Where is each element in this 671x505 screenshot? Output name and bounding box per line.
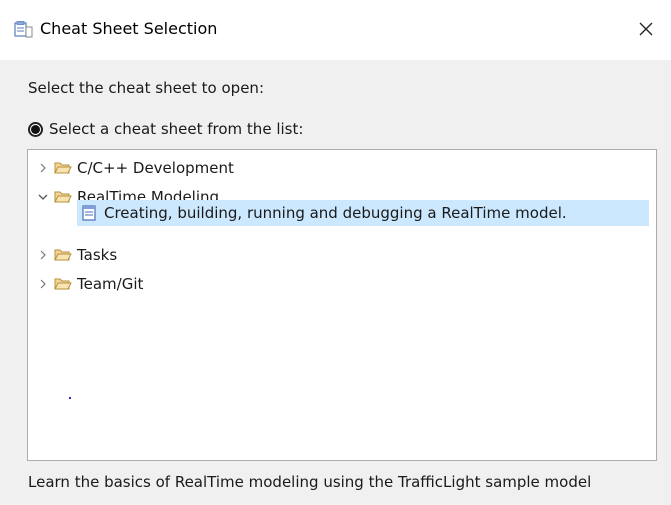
folder-icon <box>54 249 72 261</box>
close-icon <box>639 22 653 36</box>
cheat-sheet-icon <box>82 205 96 221</box>
tree-item-cpp-development[interactable]: C/C++ Development <box>36 154 664 182</box>
select-from-list-radio[interactable]: Select a cheat sheet from the list: <box>28 118 303 140</box>
radio-label: Select a cheat sheet from the list: <box>49 120 304 138</box>
tree-item-creating-building-running[interactable]: Creating, building, running and debuggin… <box>82 199 652 227</box>
radio-button-selected[interactable] <box>28 121 43 137</box>
chevron-right-icon[interactable] <box>36 277 50 291</box>
cheat-sheet-window-icon <box>14 21 33 38</box>
cheat-sheet-tree[interactable]: C/C++ Development RealTime Modeling Task… <box>27 149 657 461</box>
chevron-right-icon[interactable] <box>36 248 50 262</box>
folder-icon <box>54 278 72 290</box>
chevron-down-icon[interactable] <box>36 190 50 204</box>
tree-item-label: C/C++ Development <box>77 159 234 177</box>
tree-item-tasks[interactable]: Tasks <box>36 241 664 269</box>
tree-item-label: Creating, building, running and debuggin… <box>104 204 567 222</box>
select-prompt-label: Select the cheat sheet to open: <box>28 79 264 97</box>
tree-item-team-git[interactable]: Team/Git <box>36 270 664 298</box>
stray-pixel <box>69 397 71 399</box>
chevron-right-icon[interactable] <box>36 161 50 175</box>
tree-item-label: Tasks <box>77 246 118 264</box>
title-bar: Cheat Sheet Selection <box>0 0 671 60</box>
folder-open-icon <box>54 191 72 203</box>
cheat-sheet-description: Learn the basics of RealTime modeling us… <box>28 473 592 491</box>
folder-icon <box>54 162 72 174</box>
tree-item-label: Team/Git <box>77 275 144 293</box>
window-title: Cheat Sheet Selection <box>40 19 218 38</box>
close-button[interactable] <box>621 0 671 58</box>
